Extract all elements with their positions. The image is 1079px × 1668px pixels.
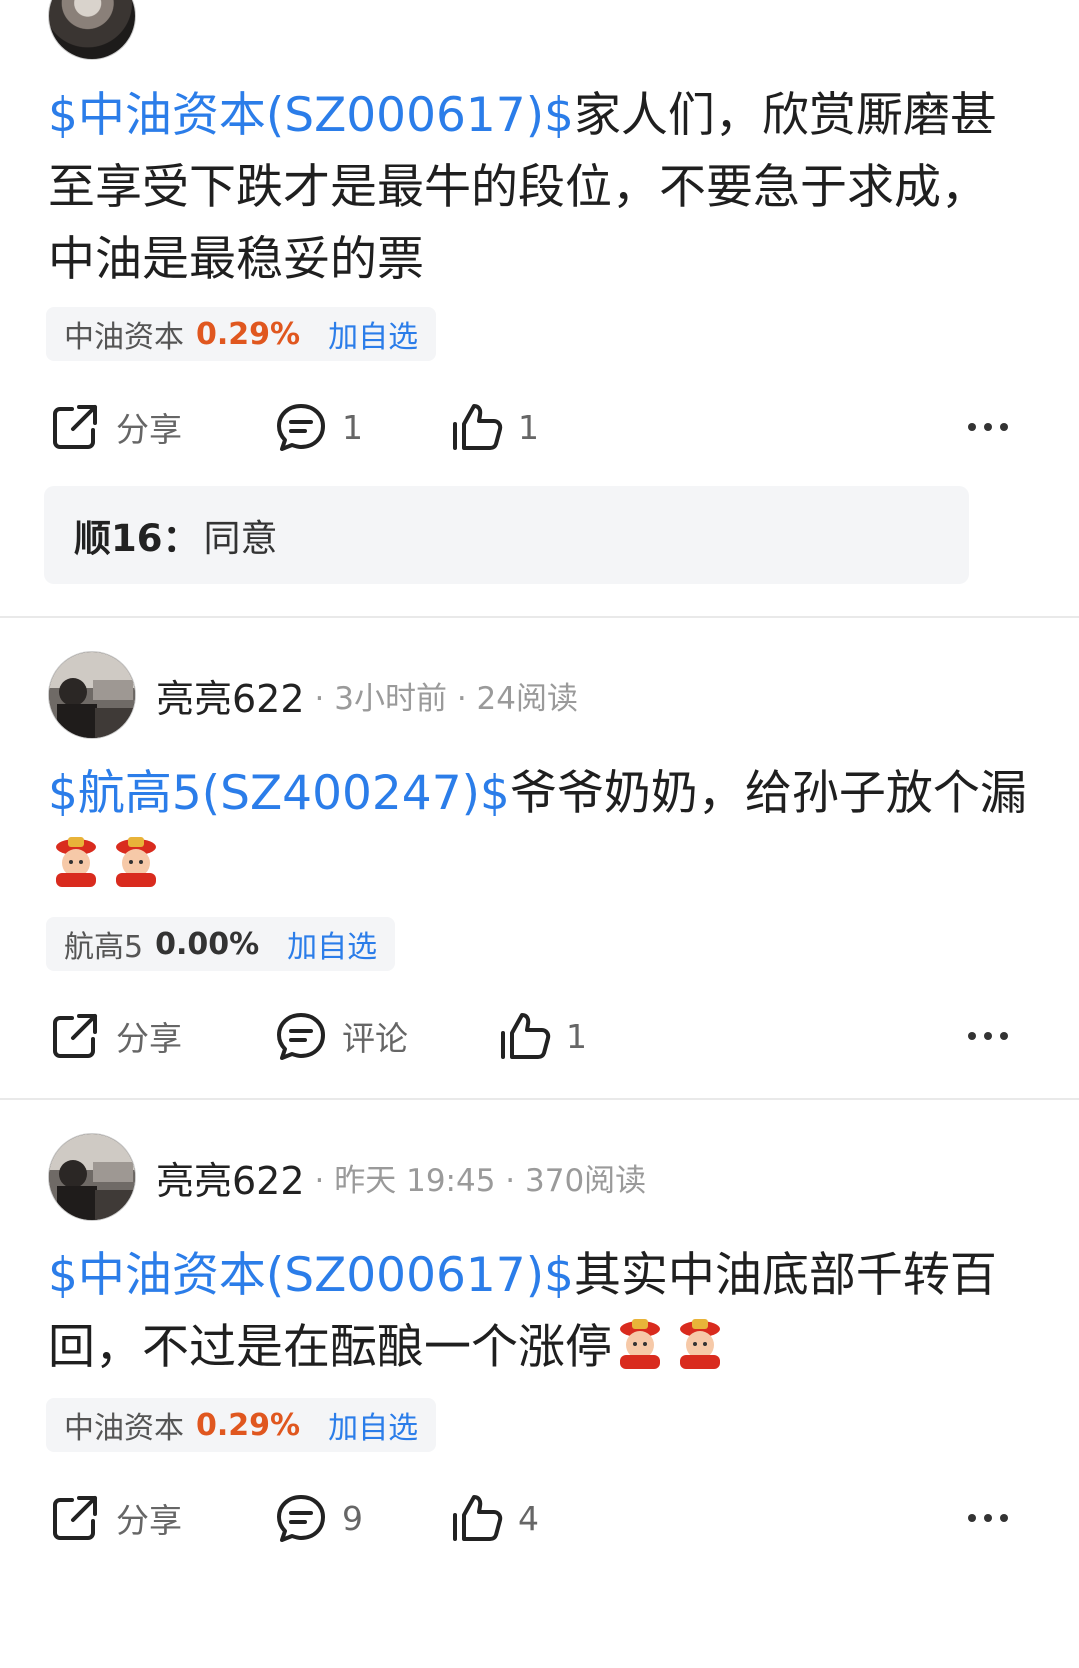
chip-stock-change: 0.00% [155,926,260,962]
share-button[interactable]: 分享 [48,397,182,457]
chip-stock-name: 中油资本 [64,320,184,355]
reply-text: 同意 [203,517,278,560]
share-label: 分享 [116,1501,182,1540]
author-name[interactable]: 亮亮622 [156,668,305,723]
avatar[interactable] [48,1133,136,1221]
thumbs-up-icon [453,1495,503,1541]
post-meta: · 昨天 19:45 · 370阅读 [314,1162,647,1199]
thumbs-up-icon [501,1013,551,1059]
god-of-wealth-emoji [56,837,96,887]
more-icon [968,1032,1008,1040]
more-button[interactable] [966,1488,1010,1548]
divider [0,616,1079,618]
like-count: 1 [566,1016,587,1056]
add-watchlist-button[interactable]: 加自选 [287,922,377,966]
comment-label: 评论 [342,1019,408,1058]
reply-author[interactable]: 顺16： [74,508,200,562]
share-icon [53,1014,97,1058]
thumbs-up-icon [453,404,503,450]
add-watchlist-button[interactable]: 加自选 [328,312,418,356]
like-count: 1 [518,407,539,447]
action-bar: 分享 9 4 [48,1488,1018,1548]
comment-icon [277,1013,325,1060]
post-content[interactable]: $航高5(SZ400247)$爷爷奶奶，给孙子放个漏 [48,758,1033,902]
post-header: 亮亮622 · 昨天 19:45 · 370阅读 [48,1133,647,1221]
like-button[interactable]: 1 [498,1006,587,1066]
share-button[interactable]: 分享 [48,1006,182,1066]
comment-icon [277,1495,325,1542]
more-button[interactable] [966,1006,1010,1066]
chip-stock-name: 航高5 [64,930,144,965]
more-button[interactable] [966,397,1010,457]
share-icon [53,1496,97,1540]
comment-button[interactable]: 评论 [274,1006,408,1066]
add-watchlist-button[interactable]: 加自选 [328,1403,418,1447]
like-button[interactable]: 4 [450,1488,539,1548]
share-button[interactable]: 分享 [48,1488,182,1548]
god-of-wealth-emoji [116,837,156,887]
divider [0,1098,1079,1100]
post-content[interactable]: $中油资本(SZ000617)$其实中油底部千转百回，不过是在酝酿一个涨停 [48,1240,1033,1384]
avatar[interactable] [48,0,136,60]
comment-button[interactable]: 9 [274,1488,363,1548]
chip-stock-change: 0.29% [196,1407,301,1443]
stock-tag-link[interactable]: $航高5(SZ400247)$ [48,766,510,821]
stock-chip[interactable]: 中油资本 0.29% 加自选 [46,307,437,361]
more-icon [968,1514,1008,1522]
stock-tag-link[interactable]: $中油资本(SZ000617)$ [48,88,574,143]
post-content[interactable]: $中油资本(SZ000617)$家人们，欣赏厮磨甚至享受下跌才是最牛的段位，不要… [48,80,1033,296]
action-bar: 分享 评论 1 [48,1006,1018,1066]
share-icon [53,405,97,449]
chip-stock-change: 0.29% [196,316,301,352]
stock-tag-link[interactable]: $中油资本(SZ000617)$ [48,1248,574,1303]
stock-chip[interactable]: 航高5 0.00% 加自选 [46,917,396,971]
comment-icon [277,404,325,451]
like-count: 4 [518,1498,539,1538]
more-icon [968,423,1008,431]
comment-count: 9 [342,1498,363,1538]
action-bar: 分享 1 1 [48,397,1018,457]
post-body: 爷爷奶奶，给孙子放个漏 [509,766,1027,821]
comment-count: 1 [342,407,363,447]
post-1-header-clipped [0,0,1079,60]
comment-button[interactable]: 1 [274,397,363,457]
post-meta: · 3小时前 · 24阅读 [314,680,578,717]
stock-chip[interactable]: 中油资本 0.29% 加自选 [46,1398,437,1452]
avatar[interactable] [48,651,136,739]
post-header: 亮亮622 · 3小时前 · 24阅读 [48,651,578,739]
author-name[interactable]: 亮亮622 [156,1150,305,1205]
like-button[interactable]: 1 [450,397,539,457]
share-label: 分享 [116,1019,182,1058]
god-of-wealth-emoji [620,1319,660,1369]
share-label: 分享 [116,410,182,449]
god-of-wealth-emoji [680,1319,720,1369]
reply-preview[interactable]: 顺16： 同意 [44,486,969,584]
chip-stock-name: 中油资本 [64,1411,184,1446]
